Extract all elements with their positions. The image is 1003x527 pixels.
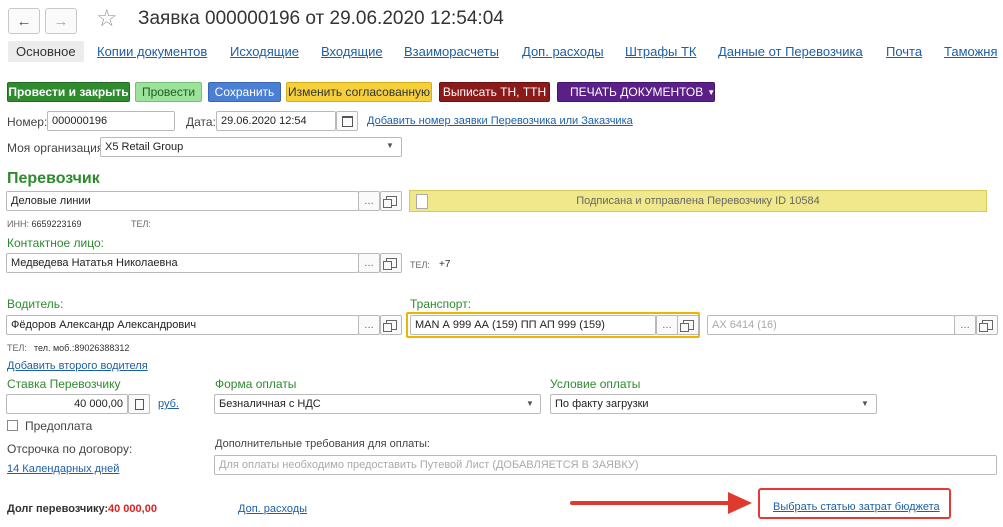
add-number-link[interactable]: Добавить номер заявки Перевозчика или За…: [367, 115, 633, 127]
back-button[interactable]: ←: [8, 8, 40, 34]
tab-extra-costs[interactable]: Доп. расходы: [522, 44, 604, 59]
tab-outgoing[interactable]: Исходящие: [230, 44, 299, 59]
forward-button[interactable]: →: [45, 8, 77, 34]
contact-tel-label: ТЕЛ:: [410, 260, 430, 270]
organization-select[interactable]: X5 Retail Group: [100, 137, 402, 157]
calculator-button[interactable]: [128, 394, 150, 414]
driver-tel-label: ТЕЛ:: [7, 343, 27, 353]
driver-label: Водитель:: [7, 297, 64, 311]
deferral-link[interactable]: 14 Календарных дней: [7, 463, 119, 475]
carrier-select-button[interactable]: …: [358, 191, 380, 211]
rate-field[interactable]: 40 000,00: [6, 394, 128, 414]
transport-field[interactable]: MAN А 999 АА (159) ПП АП 999 (159): [410, 315, 656, 335]
tab-incoming[interactable]: Входящие: [321, 44, 383, 59]
ellipsis-icon: …: [364, 195, 374, 207]
ellipsis-icon: …: [662, 319, 672, 331]
print-documents-button[interactable]: ПЕЧАТЬ ДОКУМЕНТОВ ▼: [557, 82, 715, 102]
driver-open-button[interactable]: [380, 315, 402, 335]
deferral-label: Отсрочка по договору:: [7, 442, 133, 456]
payment-condition-label: Условие оплаты: [550, 377, 641, 391]
add-second-driver-link[interactable]: Добавить второго водителя: [7, 360, 148, 372]
payment-condition-select[interactable]: По факту загрузки: [550, 394, 877, 414]
number-field[interactable]: 000000196: [47, 111, 175, 131]
carrier-field[interactable]: Деловые линии: [6, 191, 359, 211]
tab-fines[interactable]: Штрафы ТК: [625, 44, 697, 59]
status-text: Подписана и отправлена Перевозчику ID 10…: [576, 195, 820, 207]
contact-person-label: Контактное лицо:: [7, 236, 104, 250]
prepay-label: Предоплата: [25, 419, 93, 433]
trailer-select-button[interactable]: …: [954, 315, 976, 335]
tab-customs[interactable]: Таможня: [944, 44, 998, 59]
arrow-left-icon: ←: [16, 12, 32, 30]
change-agreed-button[interactable]: Изменить согласованную: [286, 82, 432, 102]
chevron-down-icon[interactable]: ▼: [861, 399, 869, 408]
open-form-icon: [679, 320, 694, 332]
post-button[interactable]: Провести: [135, 82, 202, 102]
trailer-field[interactable]: АХ 6414 (16): [707, 315, 955, 335]
transport-select-button[interactable]: …: [656, 315, 678, 335]
extra-requirements-field[interactable]: Для оплаты необходимо предоставить Путев…: [214, 455, 997, 475]
driver-select-button[interactable]: …: [358, 315, 380, 335]
date-field[interactable]: 29.06.2020 12:54: [216, 111, 336, 131]
issue-tn-button[interactable]: Выписать ТН, ТТН: [439, 82, 550, 102]
inn-info: ИНН: 6659223169: [7, 219, 82, 229]
open-form-icon: [978, 320, 993, 332]
tab-mail[interactable]: Почта: [886, 44, 922, 59]
contact-tel-value: +7: [439, 259, 451, 270]
contact-open-button[interactable]: [380, 253, 402, 273]
tab-document-copies[interactable]: Копии документов: [97, 44, 207, 59]
ellipsis-icon: …: [364, 319, 374, 331]
driver-field[interactable]: Фёдоров Александр Александрович: [6, 315, 359, 335]
carrier-tel-label: ТЕЛ:: [131, 219, 151, 229]
date-label: Дата:: [186, 115, 216, 129]
dropdown-arrow-icon: ▼: [707, 87, 716, 97]
save-button[interactable]: Сохранить: [208, 82, 281, 102]
transport-label: Транспорт:: [410, 297, 472, 311]
favorite-star-icon[interactable]: ☆: [96, 4, 118, 33]
contact-person-field[interactable]: Медведева Нататья Николаевна: [6, 253, 359, 273]
calculator-icon: [134, 398, 144, 410]
calendar-icon: [341, 115, 353, 127]
carrier-section-title: Перевозчик: [7, 170, 100, 187]
annotation-arrow-icon: [570, 492, 752, 514]
debt-value: 40 000,00: [108, 503, 157, 515]
extra-costs-link[interactable]: Доп. расходы: [238, 503, 307, 515]
extra-requirements-label: Дополнительные требования для оплаты:: [215, 438, 430, 450]
ellipsis-icon: …: [960, 319, 970, 331]
number-label: Номер:: [7, 115, 48, 129]
document-icon: [416, 194, 428, 209]
open-form-icon: [382, 196, 397, 208]
budget-item-link[interactable]: Выбрать статью затрат бюджета: [773, 501, 940, 513]
driver-tel-value: тел. моб.:89026388312: [34, 343, 130, 353]
tab-carrier-data[interactable]: Данные от Перевозчика: [718, 44, 863, 59]
tab-bar: Основное Копии документов Исходящие Вход…: [0, 41, 1003, 66]
organization-label: Моя организация:: [7, 141, 107, 155]
open-form-icon: [382, 258, 397, 270]
open-form-icon: [382, 320, 397, 332]
currency-link[interactable]: руб.: [158, 398, 179, 410]
carrier-open-button[interactable]: [380, 191, 402, 211]
debt-label: Долг перевозчику:: [7, 503, 109, 515]
tab-main[interactable]: Основное: [8, 41, 84, 62]
arrow-right-icon: →: [53, 12, 69, 30]
payment-form-label: Форма оплаты: [215, 377, 297, 391]
window-title: Заявка 000000196 от 29.06.2020 12:54:04: [138, 8, 504, 29]
ellipsis-icon: …: [364, 257, 374, 269]
chevron-down-icon[interactable]: ▼: [526, 399, 534, 408]
contact-select-button[interactable]: …: [358, 253, 380, 273]
chevron-down-icon[interactable]: ▼: [386, 141, 394, 150]
tab-settlements[interactable]: Взаиморасчеты: [404, 44, 499, 59]
transport-open-button[interactable]: [677, 315, 699, 335]
prepay-checkbox[interactable]: [7, 420, 18, 431]
post-and-close-button[interactable]: Провести и закрыть: [7, 82, 130, 102]
payment-form-select[interactable]: Безналичная с НДС: [214, 394, 541, 414]
rate-label: Ставка Перевозчику: [7, 377, 121, 391]
trailer-open-button[interactable]: [976, 315, 998, 335]
status-bar: Подписана и отправлена Перевозчику ID 10…: [409, 190, 987, 212]
print-documents-label: ПЕЧАТЬ ДОКУМЕНТОВ: [570, 85, 704, 99]
calendar-button[interactable]: [336, 111, 358, 131]
